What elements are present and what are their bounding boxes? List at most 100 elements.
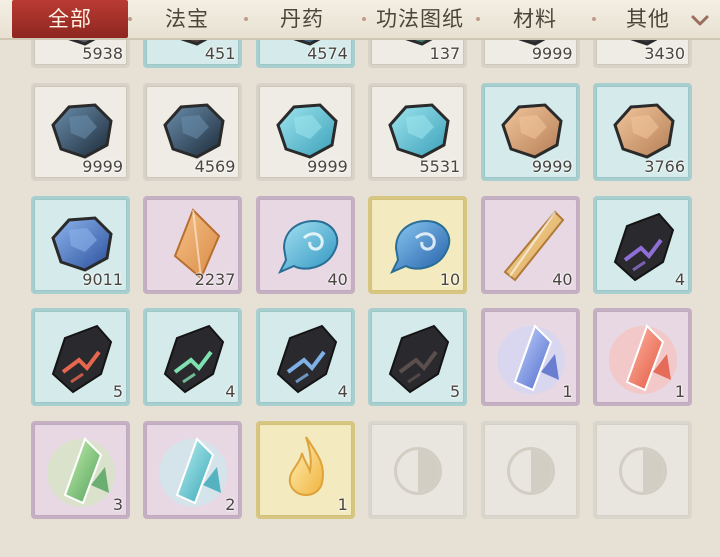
item-count: 3766 <box>644 156 685 176</box>
inventory-slot[interactable]: 4574 <box>255 40 355 68</box>
tab-separator-dot <box>476 17 480 21</box>
item-count: 1 <box>337 495 348 515</box>
slot-frame: 3 <box>34 424 127 517</box>
inventory-slot[interactable]: 1 <box>255 421 355 520</box>
slot-frame: 9999 <box>483 85 577 178</box>
tab-separator-dot <box>128 17 132 21</box>
slot-frame: 1 <box>483 311 577 404</box>
inventory-slot-empty[interactable] <box>480 421 580 520</box>
slot-frame: 40 <box>483 198 577 291</box>
item-count: 2237 <box>194 269 236 289</box>
item-count: 2 <box>225 495 236 515</box>
item-count: 3430 <box>644 44 685 63</box>
slot-frame: 4 <box>258 311 352 404</box>
item-count: 9999 <box>531 156 573 176</box>
item-count: 5531 <box>419 156 461 176</box>
slot-frame <box>483 424 577 517</box>
slot-frame: 2237 <box>146 198 240 291</box>
taiji-icon <box>394 447 443 496</box>
item-count: 137 <box>429 44 461 63</box>
slot-frame: 5938 <box>34 40 127 65</box>
slot-frame: 5531 <box>371 85 465 178</box>
item-count: 4574 <box>307 44 348 63</box>
inventory-slot[interactable]: 5938 <box>31 40 130 68</box>
inventory-slot[interactable]: 9999 <box>480 40 580 68</box>
tab-techniques[interactable]: 功法图纸 <box>366 0 474 38</box>
inventory-slot[interactable]: 10 <box>368 195 468 294</box>
slot-frame: 9011 <box>34 198 127 291</box>
slot-frame: 5 <box>34 311 127 404</box>
slot-frame: 4569 <box>146 85 240 178</box>
more-tabs-button[interactable] <box>686 0 714 38</box>
slot-frame: 40 <box>258 198 352 291</box>
inventory-slot[interactable]: 451 <box>143 40 243 68</box>
taiji-icon <box>619 447 667 496</box>
slot-frame: 3766 <box>596 85 689 178</box>
slot-frame <box>596 424 689 517</box>
item-count: 9011 <box>82 269 123 289</box>
tab-all[interactable]: 全部 <box>12 0 128 38</box>
inventory-slot-empty[interactable] <box>368 421 468 520</box>
slot-frame: 4574 <box>258 40 352 65</box>
slot-frame: 9999 <box>483 40 577 65</box>
slot-frame: 9999 <box>258 85 352 178</box>
tab-other[interactable]: 其他 <box>598 0 698 38</box>
item-count: 9999 <box>307 156 348 176</box>
tab-materials[interactable]: 材料 <box>482 0 588 38</box>
slot-frame: 4 <box>146 311 240 404</box>
item-count: 9999 <box>531 44 573 63</box>
slot-frame: 9999 <box>34 85 127 178</box>
tab-pills[interactable]: 丹药 <box>250 0 354 38</box>
item-count: 10 <box>439 269 461 289</box>
category-tab-bar: 全部 法宝 丹药 功法图纸 材料 其他 <box>0 0 720 40</box>
item-count: 451 <box>204 44 236 63</box>
tab-treasure[interactable]: 法宝 <box>135 0 239 38</box>
item-count: 5 <box>112 382 123 402</box>
inventory-slot[interactable]: 137 <box>368 40 468 68</box>
item-count: 4 <box>225 382 236 402</box>
slot-frame <box>371 424 465 517</box>
inventory-grid-viewport[interactable]: 5938 451 4574 137 9999 3430 9999 4569 99… <box>0 40 720 557</box>
item-count: 40 <box>327 269 348 289</box>
slot-frame: 1 <box>258 424 352 517</box>
chevron-down-icon <box>691 15 709 25</box>
inventory-slot[interactable]: 1 <box>480 308 580 407</box>
inventory-slot-empty[interactable] <box>593 421 692 520</box>
slot-frame: 2 <box>146 424 240 517</box>
slot-frame: 3430 <box>596 40 689 65</box>
inventory-slot[interactable]: 3 <box>31 421 130 520</box>
inventory-slot[interactable]: 2237 <box>143 195 243 294</box>
inventory-slot[interactable]: 40 <box>480 195 580 294</box>
inventory-slot[interactable]: 40 <box>255 195 355 294</box>
inventory-slot[interactable]: 4 <box>255 308 355 407</box>
item-count: 1 <box>562 382 573 402</box>
item-count: 5938 <box>82 44 123 63</box>
item-count: 4 <box>674 269 685 289</box>
inventory-slot[interactable]: 5 <box>31 308 130 407</box>
item-count: 1 <box>674 382 685 402</box>
slot-frame: 1 <box>596 311 689 404</box>
slot-frame: 137 <box>371 40 465 65</box>
inventory-slot[interactable]: 9999 <box>31 82 130 181</box>
item-count: 3 <box>112 495 123 515</box>
item-count: 9999 <box>82 156 123 176</box>
tab-separator-dot <box>592 17 596 21</box>
inventory-slot[interactable]: 2 <box>143 421 243 520</box>
inventory-slot[interactable]: 9999 <box>255 82 355 181</box>
inventory-slot[interactable]: 5 <box>368 308 468 407</box>
slot-frame: 4 <box>596 198 689 291</box>
inventory-slot[interactable]: 3766 <box>593 82 692 181</box>
inventory-slot[interactable]: 4 <box>593 195 692 294</box>
inventory-slot[interactable]: 5531 <box>368 82 468 181</box>
inventory-slot[interactable]: 1 <box>593 308 692 407</box>
tab-separator-dot <box>244 17 248 21</box>
inventory-slot[interactable]: 3430 <box>593 40 692 68</box>
taiji-icon <box>506 447 555 496</box>
inventory-slot[interactable]: 9011 <box>31 195 130 294</box>
inventory-slot[interactable]: 4569 <box>143 82 243 181</box>
inventory-slot[interactable]: 4 <box>143 308 243 407</box>
item-count: 4569 <box>194 156 236 176</box>
inventory-slot[interactable]: 9999 <box>480 82 580 181</box>
item-count: 40 <box>552 269 573 289</box>
slot-frame: 451 <box>146 40 240 65</box>
